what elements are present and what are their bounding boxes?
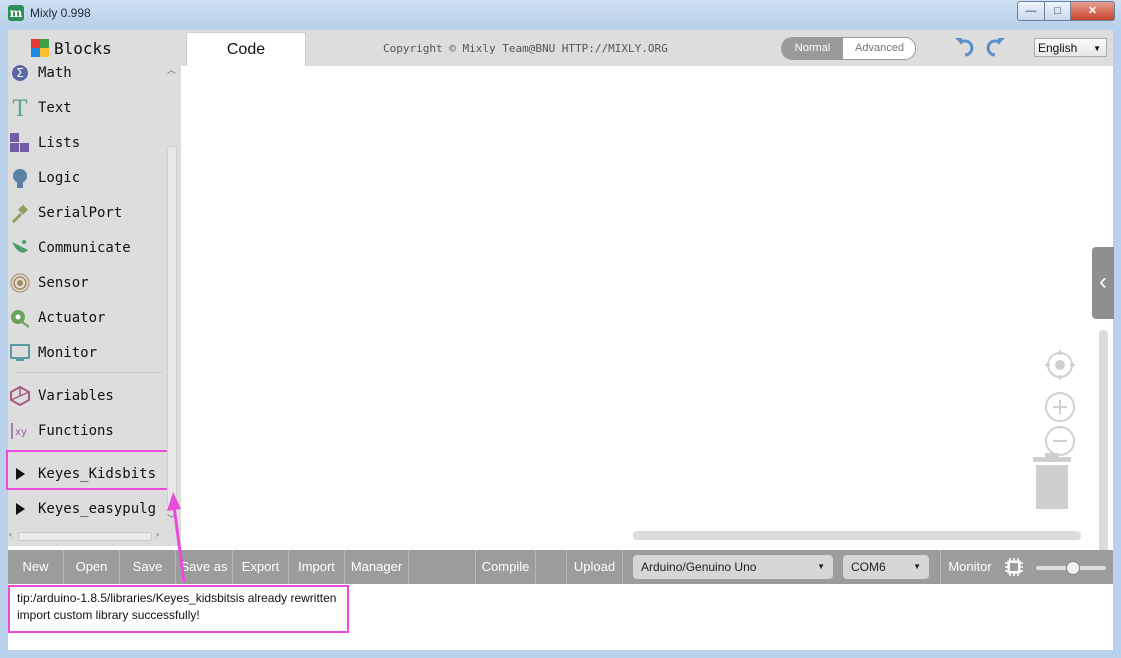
chip-icon[interactable]	[1004, 557, 1024, 577]
trash-icon[interactable]	[1031, 453, 1073, 511]
save-button[interactable]: Save	[120, 550, 176, 584]
chevron-left-icon[interactable]: ‹	[1092, 247, 1114, 319]
zoom-reset-icon[interactable]	[1044, 349, 1076, 381]
expand-triangle-icon	[10, 499, 30, 519]
undo-icon[interactable]	[953, 34, 977, 58]
highlight-box-console	[8, 585, 349, 633]
sidebar-item-monitor[interactable]: Monitor	[8, 340, 168, 366]
monitor-button[interactable]: Monitor	[940, 550, 999, 584]
board-select[interactable]: Arduino/Genuino Uno ▼	[633, 555, 833, 579]
toolbar-spacer	[409, 550, 476, 584]
minimize-button[interactable]: —	[1017, 1, 1045, 21]
sidebar-item-label: Keyes_easypulg	[38, 501, 157, 517]
zoom-in-icon[interactable]	[1044, 391, 1076, 423]
text-icon: T	[10, 97, 30, 122]
mixly-app-icon: m	[8, 5, 24, 21]
sidebar-horizontal-scrollbar[interactable]: ‹ ›	[8, 529, 166, 542]
variables-icon	[10, 385, 30, 407]
sidebar-item-label: Actuator	[38, 310, 106, 326]
main-panel: Code Copyright © Mixly Team@BNU HTTP://M…	[181, 30, 1114, 562]
port-select[interactable]: COM6 ▼	[843, 555, 929, 579]
board-value: Arduino/Genuino Uno	[641, 560, 757, 574]
tab-code[interactable]: Code	[186, 32, 306, 67]
workspace-horizontal-scrollbar[interactable]	[633, 531, 1081, 540]
sidebar-hscroll-thumb[interactable]	[18, 532, 152, 541]
window-controls: — □ ✕	[1017, 1, 1115, 21]
sensor-icon	[10, 273, 30, 293]
sidebar-item-sensor[interactable]: Sensor	[8, 270, 168, 296]
redo-icon[interactable]	[983, 34, 1007, 58]
sidebar-item-label: Functions	[38, 423, 114, 439]
sidebar-item-text[interactable]: T Text	[8, 95, 168, 122]
app-client-area: Blocks Σ Math T Text Lists Logic SerialP…	[6, 30, 1114, 650]
math-icon: Σ	[10, 63, 30, 83]
copyright-text: Copyright © Mixly Team@BNU HTTP://MIXLY.…	[383, 42, 668, 55]
functions-icon: xy	[10, 421, 30, 441]
maximize-button[interactable]: □	[1045, 1, 1071, 21]
mode-normal-button[interactable]: Normal	[782, 38, 843, 59]
sidebar-item-functions[interactable]: xy Functions	[8, 418, 168, 444]
save-as-button[interactable]: Save as	[176, 550, 233, 584]
open-button[interactable]: Open	[64, 550, 120, 584]
background-tooltip-text: This folder is empty.	[550, 7, 639, 18]
sidebar-vertical-scrollbar[interactable]: ︿ ﹀	[166, 65, 177, 524]
mode-advanced-button[interactable]: Advanced	[844, 38, 915, 59]
import-button[interactable]: Import	[289, 550, 345, 584]
highlight-box-keyes-kidsbits	[6, 450, 171, 490]
sidebar-item-label: Sensor	[38, 275, 89, 291]
export-button[interactable]: Export	[233, 550, 289, 584]
puzzle-icon	[30, 38, 50, 58]
sidebar-item-label: Monitor	[38, 345, 98, 361]
sidebar-item-communicate[interactable]: Communicate	[8, 235, 168, 261]
sidebar-item-keyes-easypulg[interactable]: Keyes_easypulg	[8, 496, 168, 522]
sidebar-item-lists[interactable]: Lists	[8, 130, 168, 156]
svg-text:T: T	[13, 98, 28, 120]
compile-button[interactable]: Compile	[476, 550, 536, 584]
window-title: Mixly 0.998	[30, 6, 91, 20]
sidebar-item-label: Text	[38, 100, 72, 116]
close-button[interactable]: ✕	[1071, 1, 1115, 21]
sidebar-item-label: Communicate	[38, 240, 131, 256]
sidebar-item-label: SerialPort	[38, 205, 123, 221]
communicate-icon	[10, 238, 30, 258]
new-button[interactable]: New	[8, 550, 64, 584]
blocks-sidebar: Blocks Σ Math T Text Lists Logic SerialP…	[6, 30, 181, 546]
sidebar-item-label: Math	[38, 65, 72, 81]
serialport-icon	[10, 203, 30, 223]
manager-button[interactable]: Manager	[345, 550, 409, 584]
svg-text:Σ: Σ	[16, 66, 24, 80]
port-value: COM6	[851, 560, 886, 574]
language-select[interactable]: English ▼	[1034, 38, 1107, 57]
blockly-workspace[interactable]: ‹	[181, 66, 1114, 562]
upload-button[interactable]: Upload	[567, 550, 623, 584]
blocks-title: Blocks	[54, 39, 112, 58]
sidebar-item-label: Logic	[38, 170, 81, 186]
chevron-down-icon: ▼	[913, 562, 921, 571]
sidebar-item-label: Variables	[38, 388, 114, 404]
sidebar-item-logic[interactable]: Logic	[8, 165, 168, 191]
monitor-icon	[10, 343, 30, 363]
chevron-down-icon: ▼	[817, 562, 825, 571]
title-bar: m Mixly 0.998 This folder is empty. — □ …	[0, 0, 1121, 26]
language-value: English	[1038, 41, 1078, 55]
svg-text:xy: xy	[15, 427, 27, 438]
logic-icon	[10, 168, 30, 188]
actuator-icon	[10, 308, 30, 328]
lists-icon	[10, 133, 30, 153]
sidebar-item-variables[interactable]: Variables	[8, 383, 168, 409]
sidebar-item-serialport[interactable]: SerialPort	[8, 200, 168, 226]
sidebar-scroll-thumb[interactable]	[167, 146, 177, 508]
sidebar-item-math[interactable]: Σ Math	[8, 60, 168, 86]
main-toolbar: New Open Save Save as Export Import Mana…	[8, 550, 1113, 584]
main-tab-strip: Code Copyright © Mixly Team@BNU HTTP://M…	[181, 30, 1113, 67]
sidebar-divider	[16, 372, 162, 373]
zoom-slider-handle[interactable]	[1066, 561, 1080, 575]
sidebar-item-actuator[interactable]: Actuator	[8, 305, 168, 331]
sidebar-item-label: Lists	[38, 135, 81, 151]
toolbar-spacer	[536, 550, 567, 584]
mode-toggle[interactable]: Normal Advanced	[781, 37, 916, 60]
chevron-down-icon: ▼	[1093, 44, 1101, 53]
workspace-vertical-scrollbar[interactable]	[1099, 330, 1108, 562]
